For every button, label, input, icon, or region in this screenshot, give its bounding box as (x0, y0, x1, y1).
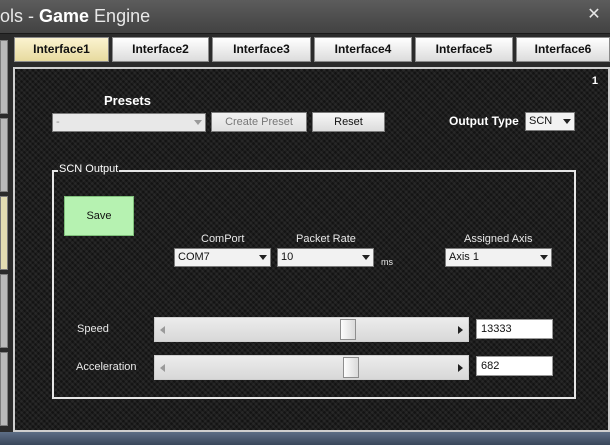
presets-title: Presets (104, 93, 151, 108)
comport-value: COM7 (178, 251, 210, 263)
window-title: ols - Game Engine (0, 6, 150, 27)
speed-slider[interactable] (154, 317, 469, 342)
preset-select-value: - (56, 116, 60, 128)
acceleration-slider-thumb[interactable] (343, 357, 360, 378)
speed-slider-thumb[interactable] (340, 319, 357, 340)
chevron-down-icon (259, 255, 267, 260)
tab-interface4[interactable]: Interface4 (314, 37, 412, 62)
close-icon[interactable]: ✕ (584, 5, 604, 25)
arrow-right-icon[interactable] (458, 364, 463, 372)
left-strip (0, 34, 11, 445)
packet-rate-label: Packet Rate (296, 233, 356, 245)
comport-select[interactable]: COM7 (174, 248, 271, 267)
chevron-down-icon (194, 120, 202, 125)
preset-select[interactable]: - (52, 113, 206, 132)
packet-rate-value: 10 (281, 251, 294, 263)
arrow-left-icon[interactable] (160, 326, 165, 334)
output-type-select[interactable]: SCN (525, 112, 575, 131)
tab-bar: Interface1 Interface2 Interface3 Interfa… (11, 34, 610, 64)
panel-number: 1 (591, 75, 598, 87)
acceleration-slider[interactable] (154, 355, 469, 380)
side-tab[interactable] (0, 40, 8, 114)
acceleration-value[interactable]: 682 (476, 356, 553, 376)
acceleration-label: Acceleration (76, 361, 137, 373)
arrow-left-icon[interactable] (160, 364, 165, 372)
tab-interface2[interactable]: Interface2 (112, 37, 209, 62)
title-prefix: ols - (0, 6, 40, 26)
save-button[interactable]: Save (64, 196, 134, 236)
assigned-axis-value: Axis 1 (449, 251, 479, 263)
side-tab[interactable] (0, 118, 8, 192)
title-suffix: Engine (89, 6, 151, 26)
chevron-down-icon (563, 119, 571, 124)
taskbar (0, 432, 610, 445)
assigned-axis-select[interactable]: Axis 1 (445, 248, 552, 267)
chevron-down-icon (540, 255, 548, 260)
title-bold: Game (39, 6, 90, 26)
speed-value[interactable]: 13333 (476, 319, 553, 339)
title-bar: ols - Game Engine ✕ (0, 0, 610, 34)
arrow-right-icon[interactable] (458, 326, 463, 334)
reset-button[interactable]: Reset (312, 112, 385, 132)
create-preset-button[interactable]: Create Preset (211, 112, 307, 132)
chevron-down-icon (362, 255, 370, 260)
packet-rate-select[interactable]: 10 (277, 248, 374, 267)
side-tab[interactable] (0, 274, 8, 348)
tab-interface3[interactable]: Interface3 (212, 37, 311, 62)
scn-output-title: SCN Output (58, 163, 120, 175)
speed-label: Speed (77, 323, 109, 335)
packet-rate-unit: ms (381, 257, 393, 267)
interface-panel: 1 Presets - Create Preset Reset Output T… (13, 67, 610, 432)
output-type-value: SCN (529, 115, 553, 127)
side-tab[interactable] (0, 196, 8, 270)
tab-interface1[interactable]: Interface1 (14, 37, 109, 62)
comport-label: ComPort (201, 233, 245, 245)
assigned-axis-label: Assigned Axis (464, 233, 533, 245)
output-type-label: Output Type (449, 114, 519, 128)
tab-interface6[interactable]: Interface6 (516, 37, 610, 62)
tab-interface5[interactable]: Interface5 (415, 37, 513, 62)
side-tab[interactable] (0, 352, 8, 426)
